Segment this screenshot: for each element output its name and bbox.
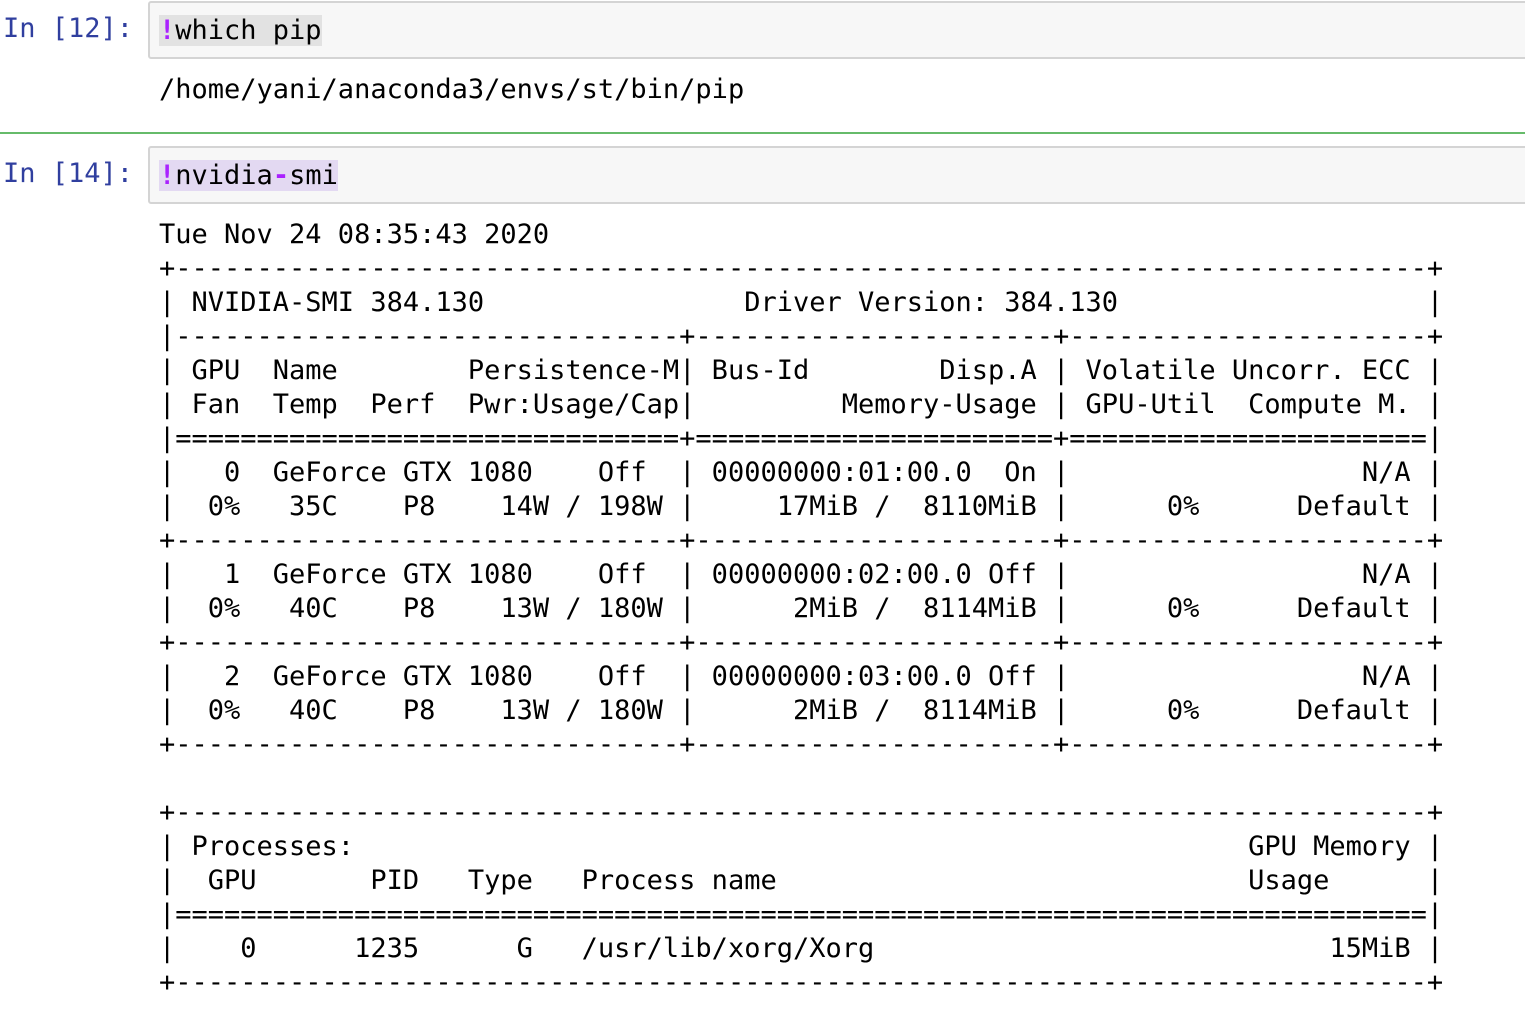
shell-bang: ! [159, 160, 176, 191]
command-part: nvidia [175, 160, 273, 191]
shell-command: which pip [175, 15, 322, 46]
code-text[interactable]: !nvidia-smi [159, 159, 338, 193]
cell-output: Tue Nov 24 08:35:43 2020 +--------------… [159, 219, 1444, 998]
cell-output: /home/yani/anaconda3/envs/st/bin/pip [159, 74, 745, 105]
code-text[interactable]: !which pip [159, 14, 322, 48]
command-part: smi [289, 160, 338, 191]
cell-prompt: In [12]: [3, 13, 134, 44]
command-operator: - [272, 160, 290, 191]
code-input-area[interactable]: !nvidia-smi [148, 146, 1525, 204]
shell-bang: ! [159, 15, 176, 46]
cell-prompt: In [14]: [3, 158, 134, 189]
jupyter-notebook: In [12]: !which pip /home/yani/anaconda3… [0, 0, 1525, 1012]
code-input-area[interactable]: !which pip [148, 1, 1525, 59]
cell-divider [0, 132, 1525, 134]
